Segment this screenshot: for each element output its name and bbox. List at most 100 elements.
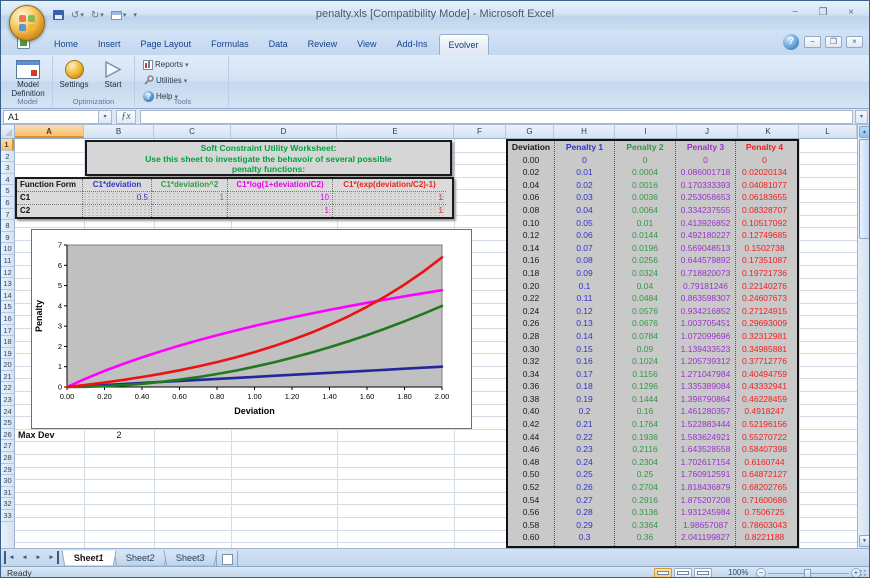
scroll-up-button[interactable]: ▲ xyxy=(859,126,870,138)
cell[interactable]: 0.1936 xyxy=(615,431,675,444)
cell[interactable]: 0.36 xyxy=(615,531,675,544)
cell[interactable]: 0.30 xyxy=(508,343,554,356)
column-title[interactable]: Penalty 1 xyxy=(555,141,614,154)
cell[interactable]: 0.11 xyxy=(555,292,614,305)
cell[interactable]: 0.20 xyxy=(508,280,554,293)
cell[interactable]: 1.335389084 xyxy=(676,380,735,393)
cell[interactable]: 0.10 xyxy=(508,217,554,230)
workbook-restore-button[interactable]: ❐ xyxy=(825,36,842,48)
cell[interactable]: 0.68202765 xyxy=(736,481,793,494)
cell[interactable]: 0.170333393 xyxy=(676,179,735,192)
cell[interactable]: 0.7506725 xyxy=(736,506,793,519)
cell[interactable]: 0.18 xyxy=(508,267,554,280)
cell[interactable]: 0.24 xyxy=(508,305,554,318)
row-header-22[interactable]: 22 xyxy=(1,382,14,394)
row-header-7[interactable]: 7 xyxy=(1,209,14,221)
cell[interactable]: 0.0324 xyxy=(615,267,675,280)
cell[interactable]: 0.50 xyxy=(508,468,554,481)
cell[interactable]: 0.3364 xyxy=(615,519,675,532)
row-header-6[interactable]: 6 xyxy=(1,197,14,209)
cell[interactable]: 0.32312981 xyxy=(736,330,793,343)
cell[interactable]: 0.40494759 xyxy=(736,368,793,381)
cell[interactable]: 0.18 xyxy=(555,380,614,393)
cell[interactable]: 0.413926852 xyxy=(676,217,735,230)
cell[interactable]: 0.086001718 xyxy=(676,166,735,179)
row-header-21[interactable]: 21 xyxy=(1,371,14,383)
column-header-B[interactable]: B xyxy=(84,125,154,138)
cell[interactable]: 0 xyxy=(676,154,735,167)
cell[interactable]: 0.79181246 xyxy=(676,280,735,293)
ribbon-tab-home[interactable]: Home xyxy=(45,34,87,55)
function-form-table[interactable]: Function FormC1*deviationC1*deviation^2C… xyxy=(15,177,454,219)
cell[interactable]: 0.0576 xyxy=(615,305,675,318)
ribbon-tab-review[interactable]: Review xyxy=(299,34,347,55)
cell[interactable]: 0.4918247 xyxy=(736,405,793,418)
cell[interactable]: 0.0784 xyxy=(615,330,675,343)
cell[interactable]: 1.760912591 xyxy=(676,468,735,481)
cell[interactable]: 0.1444 xyxy=(615,393,675,406)
cell[interactable]: 0.24607673 xyxy=(736,292,793,305)
cell[interactable]: 1.522883444 xyxy=(676,418,735,431)
cell[interactable]: 2.041199827 xyxy=(676,531,735,544)
cell[interactable]: 0.1502738 xyxy=(736,242,793,255)
cell[interactable]: 0.15 xyxy=(555,343,614,356)
reports-button[interactable]: Reports ▾ xyxy=(143,58,189,71)
cell[interactable]: 0.2916 xyxy=(615,494,675,507)
cell[interactable]: 0.36 xyxy=(508,380,554,393)
cell[interactable]: 0.08 xyxy=(555,254,614,267)
cell[interactable]: 0.05 xyxy=(555,217,614,230)
cell[interactable]: 0.0036 xyxy=(615,191,675,204)
vertical-scrollbar[interactable]: ▲ ▼ xyxy=(857,125,870,548)
cell[interactable]: 0.253058653 xyxy=(676,191,735,204)
column-header-I[interactable]: I xyxy=(615,125,677,138)
worksheet-title-box[interactable]: Soft Constraint Utility Worksheet: Use t… xyxy=(85,140,452,176)
cell[interactable]: 0.12 xyxy=(508,229,554,242)
penalty-chart[interactable]: 012345670.000.200.400.600.801.001.201.40… xyxy=(31,229,472,429)
cell[interactable]: 0.08 xyxy=(508,204,554,217)
ribbon-tab-page-layout[interactable]: Page Layout xyxy=(132,34,201,55)
row-header-32[interactable]: 32 xyxy=(1,498,14,510)
cell[interactable]: 0.644579892 xyxy=(676,254,735,267)
cell[interactable]: 0.28 xyxy=(555,506,614,519)
cell[interactable]: 0.25 xyxy=(615,468,675,481)
cell[interactable]: C1*deviation xyxy=(83,179,152,192)
cell[interactable]: 1.271047984 xyxy=(676,368,735,381)
cell[interactable]: 0.06 xyxy=(555,229,614,242)
insert-worksheet-tab[interactable] xyxy=(216,551,238,567)
cell[interactable]: 0.48 xyxy=(508,456,554,469)
column-title[interactable]: Deviation xyxy=(508,141,554,154)
row-header-8[interactable]: 8 xyxy=(1,220,14,232)
column-header-H[interactable]: H xyxy=(554,125,615,138)
model-definition-button[interactable]: Model Definition xyxy=(6,58,50,98)
insert-function-button[interactable]: ƒx xyxy=(116,110,136,124)
cell[interactable]: 0.16 xyxy=(508,254,554,267)
cell[interactable]: 0.09 xyxy=(555,267,614,280)
name-box[interactable]: A1 xyxy=(3,110,99,124)
cell[interactable]: 0.64872127 xyxy=(736,468,793,481)
cell[interactable]: C1*log(1+deviation/C2) xyxy=(228,179,333,192)
ribbon-tab-data[interactable]: Data xyxy=(260,34,297,55)
cell[interactable]: 0.0676 xyxy=(615,317,675,330)
cell[interactable]: 0.01 xyxy=(555,166,614,179)
row-header-9[interactable]: 9 xyxy=(1,232,14,244)
cell[interactable]: 0.12749685 xyxy=(736,229,793,242)
cell[interactable]: 0.12 xyxy=(555,305,614,318)
cell[interactable]: 0.46 xyxy=(508,443,554,456)
cell[interactable]: 0.0196 xyxy=(615,242,675,255)
row-header-4[interactable]: 4 xyxy=(1,174,14,186)
column-header-K[interactable]: K xyxy=(738,125,799,138)
row-header-33[interactable]: 33 xyxy=(1,510,14,522)
scroll-down-button[interactable]: ▼ xyxy=(859,535,870,547)
cell[interactable]: 0.718820073 xyxy=(676,267,735,280)
cell[interactable]: 0 xyxy=(615,154,675,167)
cell[interactable]: 1.398790864 xyxy=(676,393,735,406)
cell[interactable]: 0.2 xyxy=(555,405,614,418)
cell[interactable]: 0.46228459 xyxy=(736,393,793,406)
cell[interactable]: 0.04 xyxy=(615,280,675,293)
row-header-30[interactable]: 30 xyxy=(1,475,14,487)
cell[interactable]: 0.43332941 xyxy=(736,380,793,393)
zoom-slider-thumb[interactable] xyxy=(804,569,811,578)
cell[interactable]: 1 xyxy=(333,204,446,217)
cell[interactable]: 0.22 xyxy=(508,292,554,305)
cell[interactable]: 0.08328707 xyxy=(736,204,793,217)
